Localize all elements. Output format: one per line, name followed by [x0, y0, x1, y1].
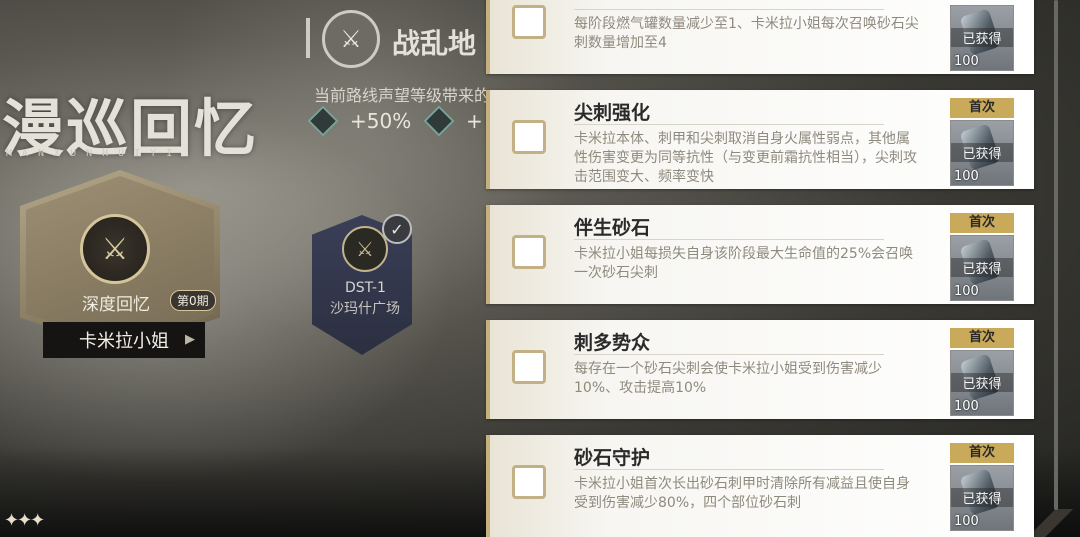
stage-medal-icon: ⚔: [342, 226, 388, 272]
reward-quantity: 100: [954, 399, 979, 414]
boss-select-label: 卡米拉小姐: [79, 331, 169, 352]
modifier-card[interactable]: 刺多势众 每存在一个砂石尖刺会使卡米拉小姐受到伤害减少10%、攻击提高10% 首…: [486, 320, 1034, 419]
first-clear-badge: 首次: [950, 443, 1014, 463]
reward-slot[interactable]: 已获得 100: [950, 465, 1014, 531]
modifier-description: 卡米拉小姐首次长出砂石刺甲时清除所有减益且使自身受到伤害减少80%，四个部位砂石…: [574, 476, 910, 511]
modifier-name-underline: [574, 124, 884, 125]
reward-obtained-label: 已获得: [951, 488, 1013, 507]
modifier-name-underline: [574, 239, 884, 240]
modifier-checkbox[interactable]: [512, 350, 546, 384]
first-clear-badge: 首次: [950, 328, 1014, 348]
reward-obtained-label: 已获得: [951, 28, 1013, 47]
bonus-item: +50%: [307, 105, 412, 137]
modifier-description: 每存在一个砂石尖刺会使卡米拉小姐受到伤害减少10%、攻击提高10%: [574, 361, 882, 396]
modifier-checkbox[interactable]: [512, 5, 546, 39]
modifier-name: 刺多势众: [574, 332, 651, 354]
first-clear-badge: 首次: [950, 213, 1014, 233]
zone-divider: [306, 18, 310, 58]
diamond-gem-icon: [307, 105, 339, 137]
reward-obtained-label: 已获得: [951, 373, 1013, 392]
modifier-list-scrollbar[interactable]: [1054, 0, 1058, 510]
modifier-card[interactable]: 砂石守护 卡米拉小姐首次长出砂石刺甲时清除所有减益且使自身受到伤害减少80%，四…: [486, 435, 1034, 537]
reward-slot[interactable]: 已获得 100: [950, 120, 1014, 186]
diamond-gem-icon: [423, 105, 455, 137]
stage-name: 沙玛什广场: [330, 301, 400, 317]
star-decoration-icon: ✦✦✦: [4, 510, 45, 531]
modifier-card[interactable]: 每阶段燃气罐数量减少至1、卡米拉小姐每次召唤砂石尖刺数量增加至4 已获得 100: [486, 0, 1034, 74]
modifier-name-underline: [574, 9, 884, 10]
reward-quantity: 100: [954, 284, 979, 299]
period-badge: 第0期: [170, 290, 216, 311]
modifier-card[interactable]: 尖刺强化 卡米拉本体、刺甲和尖刺取消自身火属性弱点，其他属性伤害变更为同等抗性（…: [486, 90, 1034, 189]
modifier-checkbox[interactable]: [512, 465, 546, 499]
page-subtitle-latin: MANXUNHUIYI: [6, 148, 183, 159]
modifier-name: 伴生砂石: [574, 217, 651, 239]
reward-obtained-label: 已获得: [951, 258, 1013, 277]
modifier-name-underline: [574, 354, 884, 355]
play-arrow-icon: ▶: [185, 332, 195, 347]
zone-title: 战乱地: [392, 27, 477, 60]
reward-slot[interactable]: 已获得 100: [950, 5, 1014, 71]
bonus-value: +: [466, 109, 483, 133]
modifier-name: 尖刺强化: [574, 102, 651, 124]
modifier-description: 每阶段燃气罐数量减少至1、卡米拉小姐每次召唤砂石尖刺数量增加至4: [574, 16, 919, 51]
reward-obtained-label: 已获得: [951, 143, 1013, 162]
crossed-swords-flag-icon: ⚔: [80, 214, 150, 284]
boss-select-button[interactable]: 卡米拉小姐 ▶: [43, 322, 205, 358]
bonus-value: +50%: [350, 109, 412, 133]
modifier-name: 砂石守护: [574, 447, 651, 469]
reward-slot[interactable]: 已获得 100: [950, 350, 1014, 416]
modifier-description: 卡米拉小姐每损失自身该阶段最大生命值的25%会召唤一次砂石尖刺: [574, 246, 914, 281]
modifier-checkbox[interactable]: [512, 235, 546, 269]
depth-memory-label: 深度回忆: [82, 295, 150, 315]
zone-emblem-icon: ⚔: [322, 10, 380, 68]
reward-quantity: 100: [954, 169, 979, 184]
stage-code: DST-1: [345, 280, 386, 296]
reward-quantity: 100: [954, 514, 979, 529]
reward-quantity: 100: [954, 54, 979, 69]
first-clear-badge: 首次: [950, 98, 1014, 118]
prestige-text: 当前路线声望等级带来的: [314, 86, 491, 105]
bonus-item: +: [423, 105, 483, 137]
modifier-checkbox[interactable]: [512, 120, 546, 154]
checkmark-icon: ✓: [382, 214, 412, 244]
modifier-card[interactable]: 伴生砂石 卡米拉小姐每损失自身该阶段最大生命值的25%会召唤一次砂石尖刺 首次 …: [486, 205, 1034, 304]
modifier-description: 卡米拉本体、刺甲和尖刺取消自身火属性弱点，其他属性伤害变更为同等抗性（与变更前霜…: [574, 131, 917, 185]
reward-slot[interactable]: 已获得 100: [950, 235, 1014, 301]
modifier-name-underline: [574, 469, 884, 470]
